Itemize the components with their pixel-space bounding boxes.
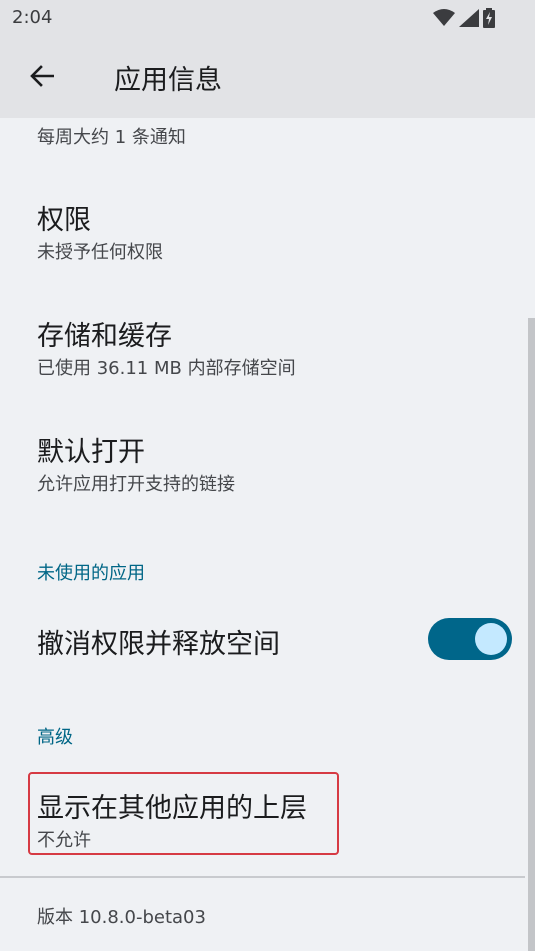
battery-icon (483, 8, 495, 32)
permissions-title: 权限 (37, 205, 91, 236)
back-button[interactable] (22, 58, 62, 98)
unused-apps-header: 未使用的应用 (37, 563, 145, 584)
open-by-default-item[interactable]: 默认打开 允许应用打开支持的链接 (0, 416, 520, 506)
permissions-item[interactable]: 权限 未授予任何权限 (0, 184, 520, 274)
permissions-subtitle: 未授予任何权限 (37, 242, 163, 263)
wifi-icon (433, 9, 455, 31)
notifications-summary[interactable]: 每周大约 1 条通知 (37, 123, 186, 149)
arrow-left-icon (29, 65, 55, 91)
status-time: 2:04 (12, 7, 53, 28)
open-by-default-subtitle: 允许应用打开支持的链接 (37, 474, 235, 495)
divider (0, 876, 525, 878)
revoke-permissions-label: 撤消权限并释放空间 (37, 629, 280, 660)
toggle-thumb (475, 623, 507, 655)
status-icons (433, 8, 495, 32)
storage-title: 存储和缓存 (37, 321, 172, 352)
scrollbar[interactable] (528, 318, 535, 951)
advanced-header: 高级 (37, 727, 73, 748)
version-text: 版本 10.8.0-beta03 (37, 907, 206, 928)
app-bar: 应用信息 (0, 38, 535, 118)
revoke-permissions-toggle[interactable] (428, 618, 512, 660)
highlight-box (28, 772, 339, 855)
status-bar: 2:04 (0, 0, 535, 38)
storage-item[interactable]: 存储和缓存 已使用 36.11 MB 内部存储空间 (0, 300, 520, 390)
open-by-default-title: 默认打开 (37, 437, 145, 468)
settings-list: 每周大约 1 条通知 权限 未授予任何权限 存储和缓存 已使用 36.11 MB… (0, 118, 535, 951)
page-title: 应用信息 (114, 65, 222, 96)
signal-icon (459, 9, 479, 31)
storage-subtitle: 已使用 36.11 MB 内部存储空间 (37, 358, 296, 379)
